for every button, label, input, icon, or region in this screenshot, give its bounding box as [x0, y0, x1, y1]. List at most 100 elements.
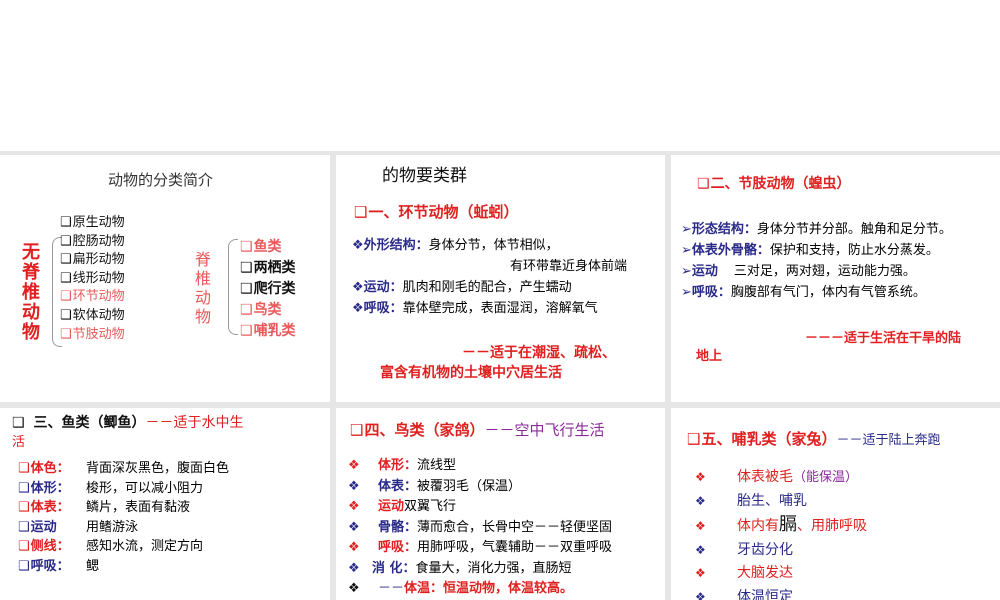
diamond-bullet-icon: ❖: [695, 519, 706, 533]
feature-item: ❖ 运动双翼飞行: [348, 497, 612, 518]
feature-item: ❖ 体温恒定: [695, 586, 867, 600]
list-item: 两栖类: [240, 258, 296, 279]
diamond-bullet-icon: ❖: [695, 542, 706, 557]
feature-label: 消 化：: [372, 560, 416, 576]
feature-label: 体表外骨骼：: [691, 243, 770, 258]
feature-item: ❖呼吸：靠体壁完成，表面湿润，溶解氧气: [352, 301, 598, 316]
feature-label: 骨骼：: [378, 519, 418, 535]
list-item: 环节动物: [60, 288, 125, 307]
feature-item: ❖ －－体温：恒温动物，体温较高。: [348, 579, 612, 600]
diamond-bullet-icon: ❖: [348, 519, 360, 535]
feature-value: 流线型: [417, 458, 457, 473]
feature-item: 有环带靠近身体前端: [510, 259, 628, 274]
vertebrate-list: 鱼类两栖类爬行类鸟类哺乳类: [240, 237, 296, 342]
slide-fish[interactable]: ❑ 三、鱼类（鲫鱼）－－适于水中生 活 体色：背面深灰黑色，腹面白色体形：梭形，…: [0, 408, 330, 600]
slide-mammals[interactable]: 五、哺乳类（家兔）－－适于陆上奔跑 ❖ 体表被毛（能保温） ❖ 胎生、哺乳 ❖ 体内有膈、…: [671, 408, 1000, 600]
slide-annelids[interactable]: 的物要类群 一、环节动物（蚯蚓） ❖外形结构：身体分节，体节相似， 有环带靠近身…: [336, 155, 665, 402]
feature-label: 侧线：: [18, 537, 86, 557]
diamond-bullet-icon: ❖: [695, 493, 706, 508]
list-item: 鸟类: [240, 300, 296, 321]
diamond-bullet-icon: ❖: [695, 566, 706, 580]
feature-value: 牙齿分化: [737, 541, 793, 558]
feature-value: 用鳍游泳: [86, 519, 139, 535]
diamond-bullet-icon: ❖: [348, 560, 360, 576]
feature-value: 体表被毛: [737, 469, 793, 485]
feature-value: 三对足，两对翅，运动能力强。: [733, 264, 916, 279]
feature-item: ❖ 大脑发达: [695, 562, 867, 586]
feature-item: 侧线：感知水流，测定方向: [18, 537, 229, 557]
feature-label: 体色：: [18, 459, 86, 479]
feature-item: ❖ 骨骼：薄而愈合，长骨中空－－轻便坚固: [348, 518, 612, 539]
feature-value: 食量大，消化力强，直肠短: [415, 560, 572, 576]
slide-classification[interactable]: 动物的分类简介 无脊椎动物 原生动物腔肠动物扁形动物线形动物环节动物软体动物节肢…: [0, 155, 330, 402]
feature-label: 运动: [378, 499, 405, 514]
feature-item: 运动用鳍游泳: [18, 518, 229, 538]
diamond-bullet-icon: ❖: [348, 478, 360, 494]
feature-list: ➢形态结构：身体分节并分部。触角和足分节。 ➢体表外骨骼：保护和支持，防止水分蒸发…: [681, 219, 952, 303]
invertebrate-list: 原生动物腔肠动物扁形动物线形动物环节动物软体动物节肢动物: [60, 214, 125, 344]
feature-value: 被覆羽毛（保温）: [417, 478, 522, 494]
feature-label: 呼吸：: [691, 285, 731, 300]
feature-value: 体内有: [737, 518, 779, 534]
section-heading: 四、鸟类（家鸽）－－空中飞行生活: [350, 419, 604, 440]
feature-label: 体形：: [378, 458, 418, 473]
feature-value: 薄而愈合，长骨中空－－轻便坚固: [417, 519, 613, 535]
feature-item: ❖ 体表被毛（能保温）: [695, 466, 867, 490]
feature-value: 鳃: [86, 558, 100, 574]
list-item: 软体动物: [60, 307, 125, 326]
arrow-icon: ➢: [681, 222, 692, 237]
feature-item: ❖外形结构：身体分节，体节相似，: [352, 238, 559, 253]
feature-label: 体形：: [18, 479, 86, 499]
feature-value: 用肺呼吸，气囊辅助－－双重呼吸: [417, 540, 613, 555]
feature-item: ❖ 消 化：食量大，消化力强，直肠短: [348, 559, 612, 580]
list-item: 腔肠动物: [60, 233, 125, 252]
slide-birds[interactable]: 四、鸟类（家鸽）－－空中飞行生活 ❖ 体形：流线型 ❖ 体表：被覆羽毛（保温） ❖ 运动双…: [336, 408, 665, 600]
feature-item: 体表：鳞片，表面有黏液: [18, 498, 229, 518]
feature-list: ❖外形结构：身体分节，体节相似， 有环带靠近身体前端 ❖运动：肌肉和刚毛的配合，…: [352, 235, 627, 319]
diamond-bullet-icon: ❖: [695, 589, 706, 600]
habitat-note: －－适于在潮湿、疏松、: [462, 345, 616, 361]
list-item: 扁形动物: [60, 251, 125, 270]
feature-list: 体色：背面深灰黑色，腹面白色体形：梭形，可以减小阻力体表：鳞片，表面有黏液运动用…: [18, 459, 229, 577]
feature-value: 背面深灰黑色，腹面白色: [86, 461, 230, 476]
feature-item: ➢呼吸：胸腹部有气门，体内有气管系统。: [681, 282, 952, 303]
habitat-note: 富含有机物的土壤中穴居生活: [380, 365, 562, 381]
feature-item: ❖运动：肌肉和刚毛的配合，产生蠕动: [352, 280, 572, 295]
feature-value: 胸腹部有气门，体内有气管系统。: [730, 285, 926, 300]
feature-value: 、用肺呼吸: [797, 518, 867, 534]
section-heading: 五、哺乳类（家兔）－－适于陆上奔跑: [687, 428, 940, 449]
feature-value: 鳞片，表面有黏液: [86, 500, 191, 516]
list-item: 鱼类: [240, 237, 296, 258]
slide-title: 的物要类群: [382, 166, 467, 186]
feature-list: ❖ 体表被毛（能保温） ❖ 胎生、哺乳 ❖ 体内有膈、用肺呼吸 ❖ 牙齿分化 ❖ 大脑发达 ❖ 体温恒…: [695, 466, 867, 600]
feature-extra: （能保温）: [793, 470, 859, 485]
diamond-bullet-icon: ❖: [348, 458, 360, 473]
feature-value: 体温恒定: [737, 588, 793, 600]
feature-label: 形态结构：: [691, 222, 757, 237]
diamond-bullet-icon: ❖: [348, 499, 360, 514]
list-item: 爬行类: [240, 279, 296, 300]
feature-label: 运动: [18, 518, 86, 538]
diamond-bullet-icon: ❖: [695, 470, 706, 484]
section-heading: 二、节肢动物（蝗虫）: [697, 173, 851, 193]
feature-list: ❖ 体形：流线型 ❖ 体表：被覆羽毛（保温） ❖ 运动双翼飞行 ❖ 骨骼：薄而愈合，长骨中空－…: [348, 456, 612, 600]
feature-value: 双翼飞行: [404, 499, 457, 514]
slide-title: 动物的分类简介: [108, 171, 214, 189]
feature-value: 体温：恒温动物，体温较高。: [404, 581, 574, 596]
feature-label: 体表：: [378, 478, 418, 494]
feature-item: ❖ 体形：流线型: [348, 456, 612, 477]
feature-item: ➢体表外骨骼：保护和支持，防止水分蒸发。: [681, 240, 952, 261]
section-heading: ❑ 三、鱼类（鲫鱼）－－适于水中生: [12, 415, 244, 431]
feature-item: ❖ 胎生、哺乳: [695, 490, 867, 514]
slide-arthropods[interactable]: 二、节肢动物（蝗虫） ➢形态结构：身体分节并分部。触角和足分节。➢体表外骨骼：保…: [671, 155, 1000, 402]
feature-value: 胎生、哺乳: [737, 492, 807, 509]
feature-value: 感知水流，测定方向: [86, 539, 204, 555]
prefix: －－: [378, 581, 405, 596]
section-heading-cont: 活: [12, 435, 26, 450]
feature-label: 体表：: [18, 498, 86, 518]
vertebrate-label: 脊椎动物: [195, 250, 212, 326]
list-item: 节肢动物: [60, 326, 125, 345]
feature-value: 梭形，可以减小阻力: [86, 480, 204, 496]
feature-item: 体形：梭形，可以减小阻力: [18, 479, 229, 499]
feature-value: 保护和支持，防止水分蒸发。: [769, 243, 939, 258]
